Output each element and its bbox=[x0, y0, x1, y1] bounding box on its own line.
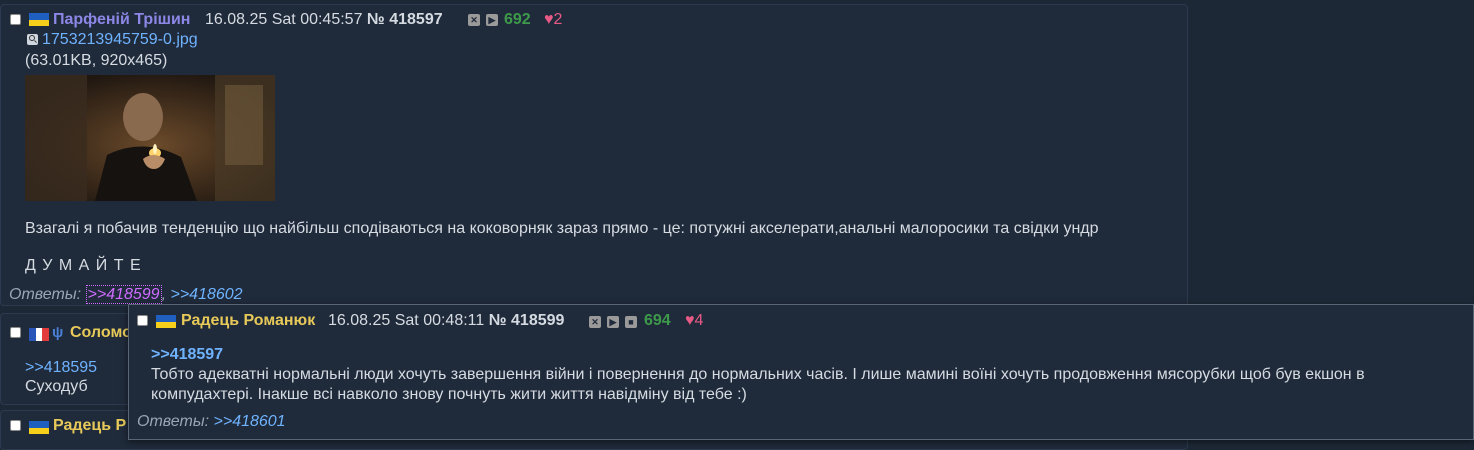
post-select-checkbox[interactable] bbox=[10, 420, 21, 431]
answers-block: Ответы: >>418599, >>418602 bbox=[9, 285, 243, 304]
ukraine-flag-icon bbox=[156, 315, 176, 328]
ukraine-flag-icon bbox=[29, 421, 49, 434]
answers-label: Ответы: bbox=[9, 286, 82, 303]
ukraine-flag-icon bbox=[29, 13, 49, 26]
reply-link-418602[interactable]: >>418602 bbox=[170, 286, 242, 303]
post-text: Взагалі я побачив тенденцію що найбільш … bbox=[25, 220, 1099, 237]
post-datetime: 16.08.25 Sat 00:48:11 № 418599 bbox=[328, 312, 564, 330]
stop-icon[interactable]: ■ bbox=[625, 316, 637, 328]
post-select-checkbox[interactable] bbox=[10, 14, 21, 25]
reply-link-418599[interactable]: >>418599 bbox=[85, 285, 162, 304]
play-icon[interactable]: ▶ bbox=[486, 14, 498, 26]
file-info: (63.01KB, 920x465) bbox=[25, 52, 168, 69]
poster-name[interactable]: Радець Р bbox=[53, 417, 126, 435]
post-text-line-2: компудахтері. Інакше всі навколо знову п… bbox=[151, 386, 747, 403]
post-preview-popup: Радець Романюк 16.08.25 Sat 00:48:11 № 4… bbox=[128, 304, 1474, 440]
post-number[interactable]: 418597 bbox=[389, 11, 442, 28]
post-image-thumbnail[interactable] bbox=[25, 75, 275, 201]
answers-block: Ответы: >>418601 bbox=[137, 413, 286, 431]
reply-link-418595[interactable]: >>418595 bbox=[25, 359, 97, 377]
post-datetime-text: 16.08.25 Sat 00:48:11 bbox=[328, 312, 485, 329]
poster-name[interactable]: Парфеній Трішин bbox=[53, 11, 190, 29]
play-icon[interactable]: ▶ bbox=[607, 316, 619, 328]
post-418597: Парфеній Трішин 16.08.25 Sat 00:45:57 № … bbox=[0, 4, 1188, 306]
post-number-prefix: № bbox=[488, 312, 507, 329]
post-count: 694 bbox=[644, 312, 671, 329]
thumbnail-picture bbox=[25, 75, 275, 201]
tryzub-icon: ψ bbox=[52, 324, 64, 341]
post-datetime-text: 16.08.25 Sat 00:45:57 bbox=[205, 11, 363, 28]
post-number-prefix: № bbox=[366, 11, 385, 28]
poster-name[interactable]: Радець Романюк bbox=[181, 312, 315, 330]
post-number[interactable]: 418599 bbox=[511, 312, 564, 329]
likes-counter[interactable]: ♥4 bbox=[685, 312, 703, 330]
post-text-line-1: Тобто адекватні нормальні люди хочуть за… bbox=[151, 366, 1365, 383]
file-link[interactable]: 1753213945759-0.jpg bbox=[42, 31, 198, 49]
answers-label: Ответы: bbox=[137, 413, 210, 430]
post-count: 692 bbox=[504, 11, 531, 28]
reply-link-418597[interactable]: >>418597 bbox=[151, 346, 223, 364]
france-flag-icon bbox=[29, 328, 50, 341]
post-select-checkbox[interactable] bbox=[10, 327, 21, 338]
reply-link-418601[interactable]: >>418601 bbox=[214, 413, 286, 430]
poster-name[interactable]: Соломо bbox=[70, 324, 132, 342]
post-shout-text: Д У М А Й Т Е bbox=[25, 257, 142, 274]
answers-separator: , bbox=[161, 286, 167, 303]
post-select-checkbox[interactable] bbox=[137, 315, 148, 326]
hide-icon[interactable]: ✕ bbox=[468, 14, 480, 26]
magnifier-icon[interactable] bbox=[27, 34, 38, 45]
hide-icon[interactable]: ✕ bbox=[589, 316, 601, 328]
post-text: Суходуб bbox=[25, 378, 88, 395]
post-datetime: 16.08.25 Sat 00:45:57 № 418597 bbox=[205, 11, 443, 29]
likes-counter[interactable]: ♥2 bbox=[544, 11, 562, 29]
